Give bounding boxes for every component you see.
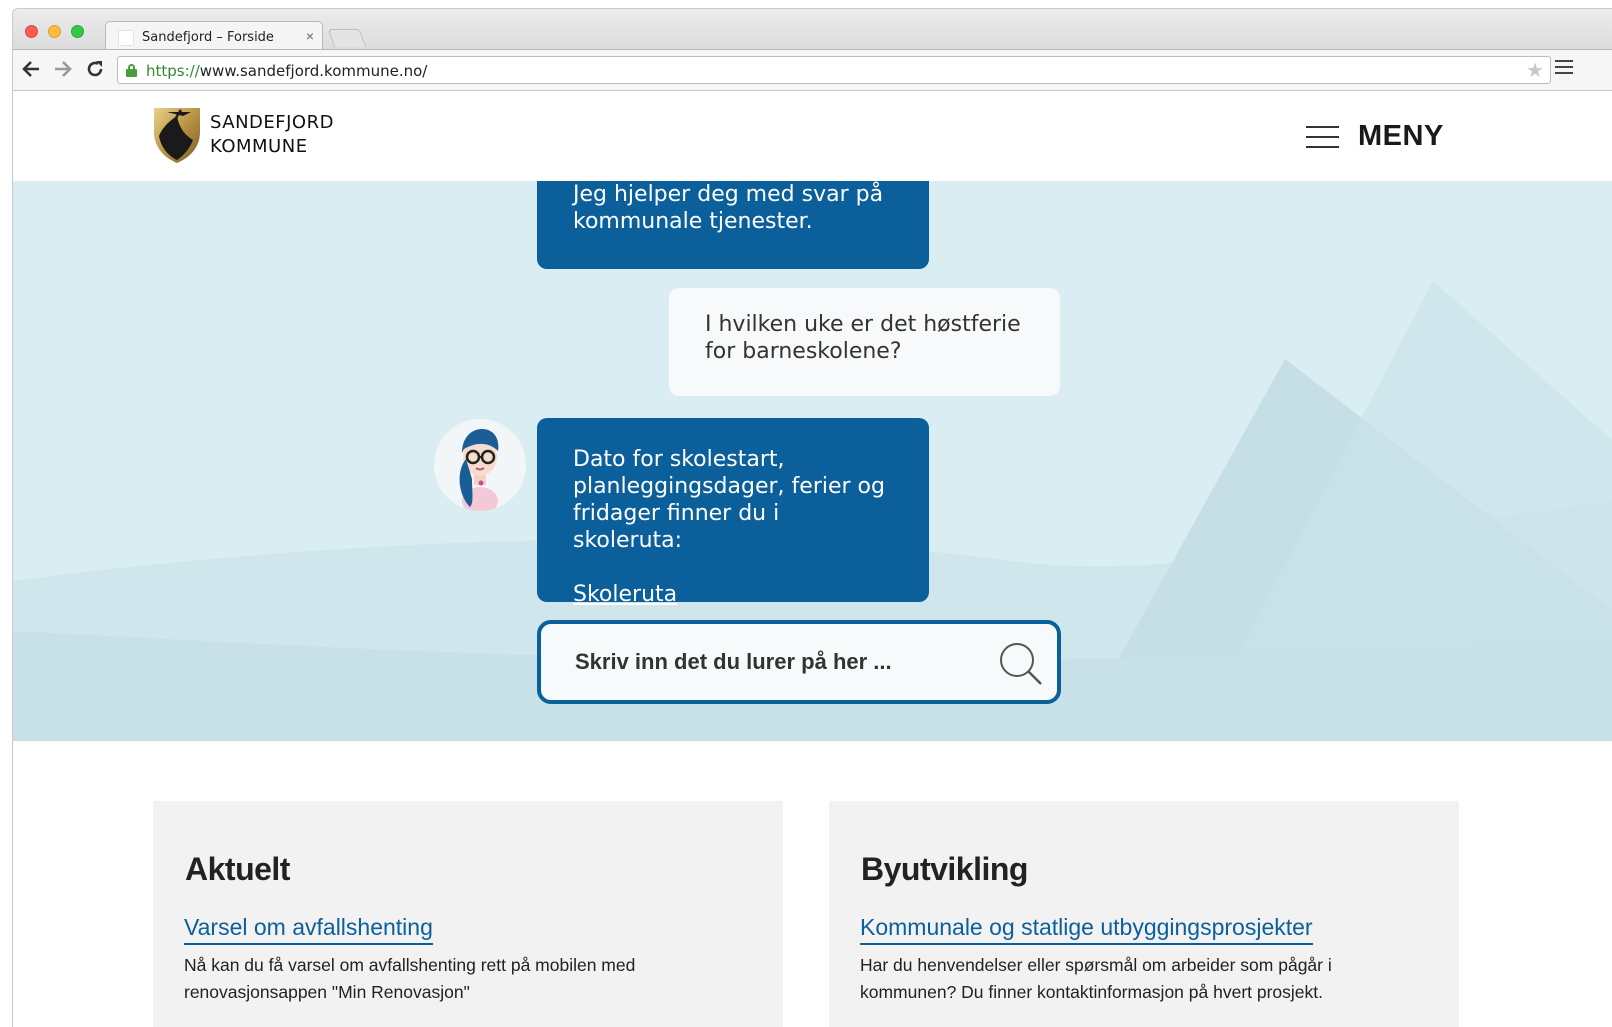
url-text: https://www.sandefjord.kommune.no/ <box>146 62 427 80</box>
card-text: Nå kan du få varsel om avfallshenting re… <box>184 955 636 1002</box>
bot-answer: Dato for skolestart, planleggingsdager, … <box>537 418 929 607</box>
card-text: Har du henvendelser eller spørsmål om ar… <box>860 955 1332 1002</box>
bot-answer-text: Dato for skolestart, planleggingsdager, … <box>573 447 885 553</box>
bot-message: Jeg hjelper deg med svar på kommunale tj… <box>537 181 929 269</box>
card-title: Aktuelt <box>185 851 290 887</box>
browser-window: Sandefjord – Forside × https://www.sande… <box>12 8 1612 1027</box>
card-link[interactable]: Kommunale og statlige utbyggingsprosjekt… <box>860 914 1313 945</box>
back-arrow-icon[interactable] <box>19 58 43 82</box>
bookmark-star-icon[interactable]: ★ <box>1526 58 1544 83</box>
tab-close-icon[interactable]: × <box>306 28 314 44</box>
web-page: SANDEFJORD KOMMUNE MENY Jeg hjelper deg … <box>13 92 1612 1027</box>
hamburger-icon <box>1306 124 1339 148</box>
favicon-icon <box>118 30 134 46</box>
logo-wordmark: SANDEFJORD KOMMUNE <box>210 111 334 159</box>
search-input[interactable] <box>573 644 973 680</box>
tab-title: Sandefjord – Forside <box>142 30 274 45</box>
skoleruta-link[interactable]: Skoleruta <box>573 581 677 608</box>
lock-icon <box>126 64 137 77</box>
card-link[interactable]: Varsel om avfallshenting <box>184 914 433 945</box>
close-window-button[interactable] <box>25 25 38 38</box>
chat-hero: Jeg hjelper deg med svar på kommunale tj… <box>13 181 1612 741</box>
coat-of-arms-icon <box>154 108 200 163</box>
browser-menu-icon[interactable] <box>1555 60 1573 76</box>
menu-label: MENY <box>1358 120 1444 152</box>
reload-icon[interactable] <box>83 58 107 82</box>
card-aktuelt: Aktuelt Varsel om avfallshenting Nå kan … <box>153 801 783 1027</box>
assistant-avatar <box>434 419 526 511</box>
maximize-window-button[interactable] <box>71 25 84 38</box>
address-bar[interactable]: https://www.sandefjord.kommune.no/ ★ <box>117 56 1551 84</box>
logo-line-2: KOMMUNE <box>210 136 308 157</box>
logo-line-1: SANDEFJORD <box>210 112 334 133</box>
url-host: www.sandefjord.kommune.no/ <box>199 62 428 80</box>
content-cards: Aktuelt Varsel om avfallshenting Nå kan … <box>13 801 1612 1027</box>
sandefjord-logo[interactable]: SANDEFJORD KOMMUNE <box>153 106 353 166</box>
new-tab-button[interactable] <box>327 29 367 47</box>
chat-search-box <box>537 620 1061 704</box>
menu-button[interactable]: MENY <box>1306 120 1446 154</box>
minimize-window-button[interactable] <box>48 25 61 38</box>
browser-tab-active[interactable]: Sandefjord – Forside × <box>105 21 323 51</box>
search-icon[interactable] <box>997 640 1045 688</box>
browser-toolbar: https://www.sandefjord.kommune.no/ ★ <box>13 49 1612 91</box>
card-byutvikling: Byutvikling Kommunale og statlige utbygg… <box>829 801 1459 1027</box>
forward-arrow-icon[interactable] <box>51 58 75 82</box>
site-header: SANDEFJORD KOMMUNE MENY <box>13 92 1612 181</box>
url-scheme: https:// <box>146 62 200 80</box>
card-title: Byutvikling <box>861 851 1028 887</box>
tab-strip: Sandefjord – Forside × <box>13 9 1612 51</box>
user-message: I hvilken uke er det høstferie for barne… <box>669 288 1060 396</box>
